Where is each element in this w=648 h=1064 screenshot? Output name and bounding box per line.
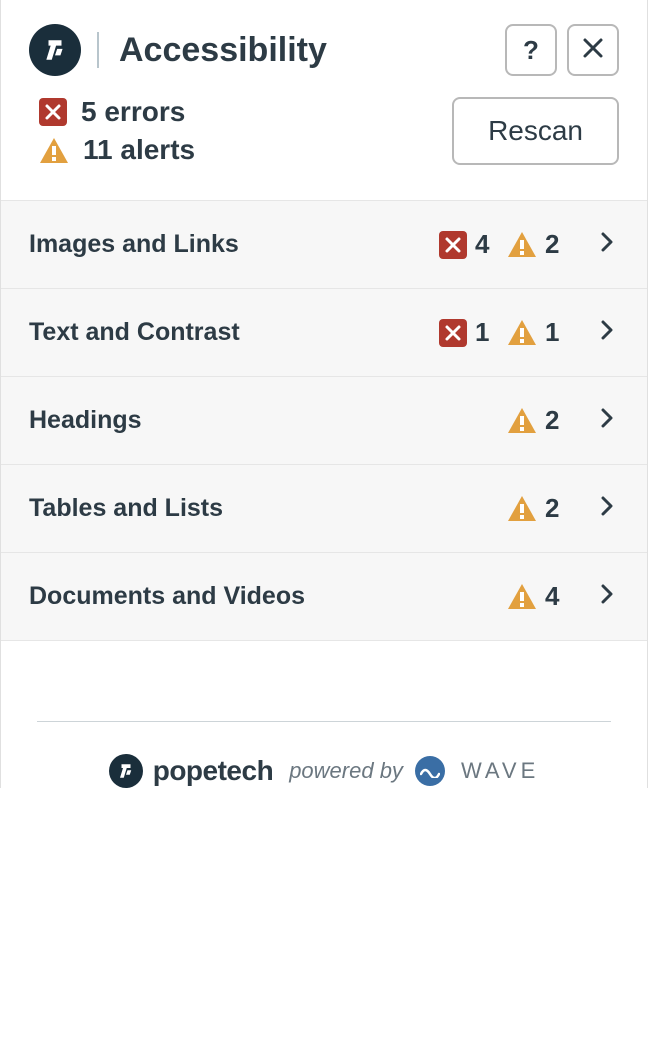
summary-row: 5 errors 11 alerts Rescan <box>1 96 647 200</box>
category-label: Images and Links <box>29 230 427 259</box>
error-icon <box>439 319 467 347</box>
alert-count-group: 2 <box>507 229 563 260</box>
error-count-group: 4 <box>439 229 495 260</box>
alert-icon <box>507 583 537 610</box>
panel-header: Accessibility ? <box>1 0 647 96</box>
panel-title: Accessibility <box>119 31 489 70</box>
divider <box>97 32 99 68</box>
category-row-tables-lists[interactable]: Tables and Lists 2 <box>1 465 647 553</box>
chevron-right-icon <box>595 320 619 345</box>
error-count: 4 <box>475 229 489 260</box>
error-icon <box>439 231 467 259</box>
error-count-group: 1 <box>439 317 495 348</box>
errors-count-label: 5 errors <box>81 96 185 128</box>
close-icon <box>582 35 604 66</box>
category-label: Text and Contrast <box>29 318 427 347</box>
alerts-summary: 11 alerts <box>39 134 432 166</box>
alert-count: 4 <box>545 581 559 612</box>
popetech-logo-icon <box>29 24 81 76</box>
footer-wave: WAVE <box>461 758 539 784</box>
help-button[interactable]: ? <box>505 24 557 76</box>
alert-icon <box>507 407 537 434</box>
alert-count-group: 2 <box>507 405 563 436</box>
alert-count: 1 <box>545 317 559 348</box>
rescan-button[interactable]: Rescan <box>452 97 619 165</box>
wave-logo-icon <box>415 756 445 786</box>
category-list: Images and Links 4 2 Text and Contrast <box>1 200 647 641</box>
chevron-right-icon <box>595 584 619 609</box>
alert-icon <box>39 137 69 164</box>
footer-brand: popetech <box>153 755 273 787</box>
errors-summary: 5 errors <box>39 96 432 128</box>
category-row-documents-videos[interactable]: Documents and Videos 4 <box>1 553 647 641</box>
alerts-count-label: 11 alerts <box>83 134 195 166</box>
error-count: 1 <box>475 317 489 348</box>
accessibility-panel: Accessibility ? 5 errors <box>0 0 648 788</box>
category-row-headings[interactable]: Headings 2 <box>1 377 647 465</box>
alert-count-group: 4 <box>507 581 563 612</box>
alert-count: 2 <box>545 405 559 436</box>
chevron-right-icon <box>595 496 619 521</box>
alert-icon <box>507 495 537 522</box>
help-icon: ? <box>523 35 539 66</box>
category-label: Documents and Videos <box>29 582 427 611</box>
category-label: Headings <box>29 406 427 435</box>
alert-count-group: 1 <box>507 317 563 348</box>
category-label: Tables and Lists <box>29 494 427 523</box>
alert-icon <box>507 319 537 346</box>
alert-count: 2 <box>545 493 559 524</box>
footer: popetech powered by WAVE <box>37 721 611 788</box>
alert-count: 2 <box>545 229 559 260</box>
alert-count-group: 2 <box>507 493 563 524</box>
category-row-text-contrast[interactable]: Text and Contrast 1 1 <box>1 289 647 377</box>
alert-icon <box>507 231 537 258</box>
chevron-right-icon <box>595 232 619 257</box>
footer-powered-by: powered by <box>289 758 403 784</box>
close-button[interactable] <box>567 24 619 76</box>
error-icon <box>39 98 67 126</box>
popetech-logo-icon <box>109 754 143 788</box>
category-row-images-links[interactable]: Images and Links 4 2 <box>1 201 647 289</box>
chevron-right-icon <box>595 408 619 433</box>
